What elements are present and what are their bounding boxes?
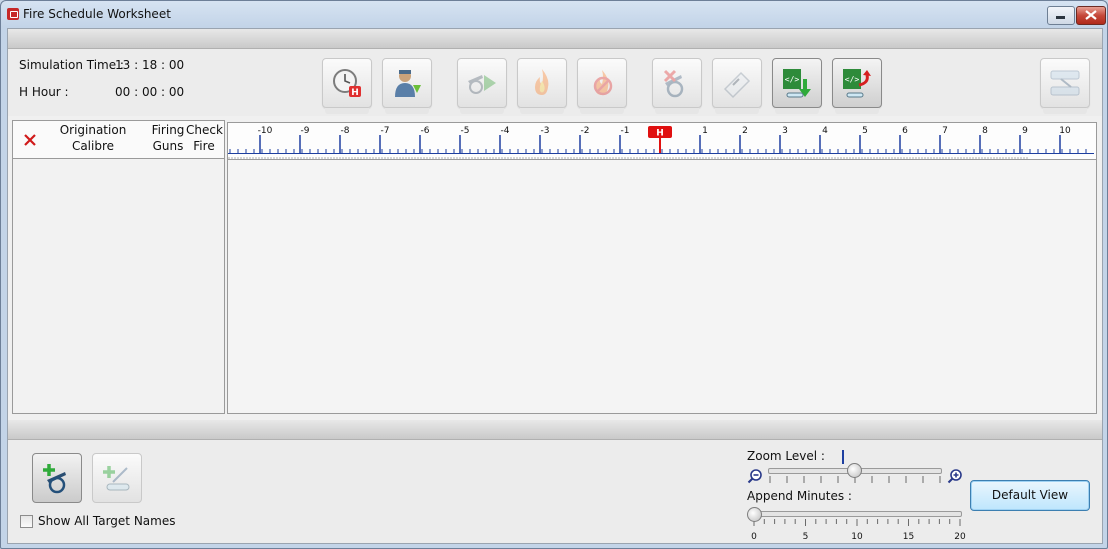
- bottom-band: [8, 420, 1102, 440]
- append-tick-label: 15: [902, 532, 915, 542]
- sim-time-label: Simulation Time :: [19, 58, 124, 72]
- ruler-tick-label: 5: [862, 126, 868, 136]
- append-ticks: [753, 519, 961, 526]
- svg-text:H: H: [351, 88, 359, 98]
- ruler-tick-label: -8: [341, 126, 350, 136]
- ruler-tick-label: 7: [942, 126, 948, 136]
- edit-tag-icon: [723, 71, 751, 99]
- officer-download-icon: [395, 70, 421, 97]
- ruler-tick-label: -1: [621, 126, 630, 136]
- ruler-tick-label: -2: [581, 126, 590, 136]
- append-tick-label: 5: [802, 532, 809, 542]
- ruler-tick-label: 1: [702, 126, 708, 136]
- close-button[interactable]: [1076, 6, 1106, 25]
- append-track: [752, 511, 962, 517]
- ruler-tick-label: -6: [421, 126, 430, 136]
- append-tick-label: 10: [851, 532, 863, 542]
- h-hour-value: 00 : 00 : 00: [115, 85, 185, 99]
- officer-download-button[interactable]: [382, 58, 432, 114]
- zoom-slider[interactable]: [847, 463, 862, 478]
- add-target-icon: [103, 466, 130, 491]
- append-tick-label: 20: [954, 532, 966, 542]
- gun-play-icon: [468, 75, 496, 94]
- ruler-tick-label: -4: [501, 126, 510, 136]
- xml-import-icon: </>: [843, 69, 871, 98]
- ruler-tick-label: 8: [982, 126, 988, 136]
- minimize-button[interactable]: [1047, 6, 1075, 25]
- origination-header: Origination: [59, 123, 127, 137]
- zoom-in-icon[interactable]: [947, 468, 963, 484]
- ruler-tick-label: 4: [822, 126, 828, 136]
- add-target-button[interactable]: [92, 453, 142, 503]
- svg-text:</>: </>: [785, 75, 800, 84]
- sim-time-value: 13 : 18 : 00: [115, 58, 185, 72]
- h-hour-label: H Hour :: [19, 85, 69, 99]
- show-all-target-names-label: Show All Target Names: [38, 514, 176, 528]
- add-gun-icon: [43, 464, 66, 494]
- ruler-tick-label: -3: [541, 126, 550, 136]
- firing-header: Firing: [151, 123, 185, 137]
- edit-tag-button[interactable]: [712, 58, 762, 114]
- ruler-tick-label: -9: [301, 126, 310, 136]
- window-title: Fire Schedule Worksheet: [23, 7, 171, 21]
- ruler-tick-label: 3: [782, 126, 788, 136]
- zoom-indicator: [842, 450, 844, 464]
- gun-delete-icon: [663, 69, 684, 98]
- gun-play-button[interactable]: [457, 58, 507, 114]
- h-hour-clock-icon: H: [333, 69, 361, 98]
- ruler-tick-label: -10: [258, 126, 273, 136]
- timeline-ruler[interactable]: -10 -9 -8 -7 -6 -5 -4 -3 -2 -1 H 1 2 3 4 5 6 7 8 9 10: [227, 122, 1097, 160]
- gun-delete-button[interactable]: [652, 58, 702, 114]
- no-fire-button[interactable]: [577, 58, 627, 114]
- ruler-tick-label: 9: [1022, 126, 1028, 136]
- ruler: -10 -9 -8 -7 -6 -5 -4 -3 -2 -1 H 1 2 3 4 5 6 7 8 9 10: [228, 126, 1094, 159]
- fire-header: Fire: [193, 139, 215, 153]
- origination-list[interactable]: [12, 158, 225, 414]
- calibre-header: Calibre: [71, 139, 115, 153]
- title-bar: Fire Schedule Worksheet: [1, 1, 1107, 28]
- column-header: Origination Calibre Firing Guns Check Fi…: [12, 120, 225, 160]
- h-marker-label: H: [656, 129, 664, 139]
- append-minutes-slider[interactable]: [747, 507, 762, 522]
- append-minutes-label: Append Minutes :: [747, 489, 852, 503]
- ruler-tick-label: 10: [1059, 126, 1071, 136]
- zoom-level-label: Zoom Level :: [747, 449, 825, 463]
- h-hour-marker[interactable]: H: [648, 126, 672, 153]
- fire-schedule-window: Fire Schedule Worksheet Simulation Time …: [0, 0, 1108, 549]
- ruler-tick-label: 6: [902, 126, 908, 136]
- client-area: Simulation Time : 13 : 18 : 00 H Hour : …: [7, 28, 1103, 544]
- fire-icon: [535, 69, 549, 95]
- set-h-hour-button[interactable]: H: [322, 58, 372, 114]
- check-header: Check: [186, 123, 223, 137]
- fire-button[interactable]: [517, 58, 567, 114]
- zoom-out-icon[interactable]: [747, 468, 763, 484]
- clear-all-icon[interactable]: [23, 133, 37, 147]
- show-all-target-names-checkbox[interactable]: [20, 515, 33, 528]
- close-icon: [1085, 10, 1097, 20]
- no-fire-icon: [593, 70, 613, 96]
- add-gun-button[interactable]: [32, 453, 82, 503]
- layout-icon: [1050, 70, 1080, 96]
- guns-header: Guns: [152, 139, 184, 153]
- ruler-tick-label: 2: [742, 126, 748, 136]
- top-band: [8, 29, 1102, 49]
- xml-export-icon: </>: [783, 69, 811, 98]
- ruler-tick-label: -5: [461, 126, 470, 136]
- xml-import-button[interactable]: </>: [832, 58, 882, 114]
- schedule-grid[interactable]: [227, 159, 1097, 414]
- layout-button[interactable]: [1040, 58, 1090, 114]
- ruler-tick-label: -7: [381, 126, 390, 136]
- append-tick-label: 0: [751, 532, 757, 542]
- xml-export-button[interactable]: </>: [772, 58, 822, 114]
- default-view-button[interactable]: Default View: [970, 480, 1090, 511]
- app-icon: [7, 8, 19, 20]
- svg-text:</>: </>: [845, 75, 860, 84]
